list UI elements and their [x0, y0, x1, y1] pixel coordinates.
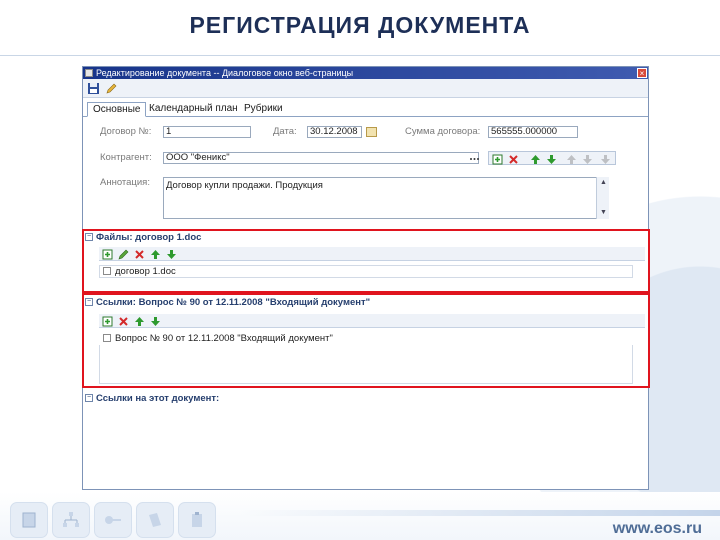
close-button[interactable]: ×	[637, 68, 647, 78]
annotation-textarea[interactable]: Договор купли продажи. Продукция	[163, 177, 609, 219]
delete-icon	[509, 154, 518, 164]
scroll-up-icon[interactable]: ▲	[598, 178, 609, 188]
annotation-label: Аннотация:	[100, 177, 150, 188]
backlinks-section-header[interactable]: − Ссылки на этот документ:	[85, 393, 219, 404]
save-icon	[87, 82, 99, 94]
edit-button[interactable]	[104, 81, 118, 95]
footer-structure-icon	[52, 502, 90, 538]
add-counterparty-button[interactable]	[491, 153, 504, 165]
footer-clipboard-icon	[178, 502, 216, 538]
counterparty-label: Контрагент:	[100, 152, 152, 163]
footer-document-icon	[10, 502, 48, 538]
add-icon	[492, 154, 503, 164]
move-bottom-disabled-button[interactable]	[599, 153, 612, 165]
arrow-down-icon	[601, 154, 610, 164]
date-label: Дата:	[273, 126, 297, 137]
arrow-down-icon	[547, 154, 556, 164]
website-link[interactable]: www.eos.ru	[613, 520, 702, 538]
contract-number-label: Договор №:	[100, 126, 152, 137]
move-up-button[interactable]	[529, 153, 542, 165]
save-button[interactable]	[86, 81, 100, 95]
footer-divider	[240, 510, 720, 516]
calendar-button[interactable]	[366, 127, 377, 137]
annotation-scrollbar[interactable]: ▲ ▼	[596, 177, 609, 219]
window-titlebar: Редактирование документа -- Диалоговое о…	[83, 67, 648, 79]
scroll-down-icon[interactable]: ▼	[598, 208, 609, 218]
amount-label: Сумма договора:	[405, 126, 481, 137]
tab-rubrics[interactable]: Рубрики	[239, 102, 288, 117]
delete-counterparty-button[interactable]	[507, 153, 520, 165]
edit-icon	[106, 83, 116, 93]
tab-bar: Основные Календарный план Рубрики	[83, 101, 648, 117]
amount-input[interactable]: 565555.000000	[488, 126, 578, 138]
folder-icon	[149, 513, 161, 527]
footer-key-icon	[94, 502, 132, 538]
date-input[interactable]: 30.12.2008	[307, 126, 362, 138]
clipboard-icon	[192, 512, 202, 527]
slide-title: РЕГИСТРАЦИЯ ДОКУМЕНТА	[189, 12, 531, 38]
counterparty-input[interactable]: ООО "Феникс"	[163, 152, 479, 164]
document-icon	[22, 512, 36, 528]
move-down-disabled-button[interactable]	[581, 153, 594, 165]
footer-folder-icon	[136, 502, 174, 538]
move-up-disabled-button[interactable]	[565, 153, 578, 165]
tab-main[interactable]: Основные	[87, 102, 147, 117]
counterparty-toolbar	[488, 151, 616, 165]
links-highlight-frame	[82, 293, 650, 388]
arrow-up-icon	[531, 154, 540, 164]
key-icon	[105, 516, 121, 524]
files-highlight-frame	[82, 229, 650, 293]
backlinks-section-title: Ссылки на этот документ:	[96, 393, 220, 404]
dropdown-icon	[470, 157, 479, 160]
counterparty-dropdown-button[interactable]	[468, 152, 481, 164]
arrow-down-icon	[583, 154, 592, 164]
contract-number-input[interactable]: 1	[163, 126, 251, 138]
move-down-button[interactable]	[545, 153, 558, 165]
structure-icon	[63, 512, 79, 527]
collapse-icon[interactable]: −	[85, 394, 93, 403]
arrow-up-icon	[567, 154, 576, 164]
tab-calendar-plan[interactable]: Календарный план	[144, 102, 243, 117]
window-icon	[85, 69, 93, 77]
main-toolbar	[83, 79, 648, 98]
window-title: Редактирование документа -- Диалоговое о…	[96, 68, 354, 78]
